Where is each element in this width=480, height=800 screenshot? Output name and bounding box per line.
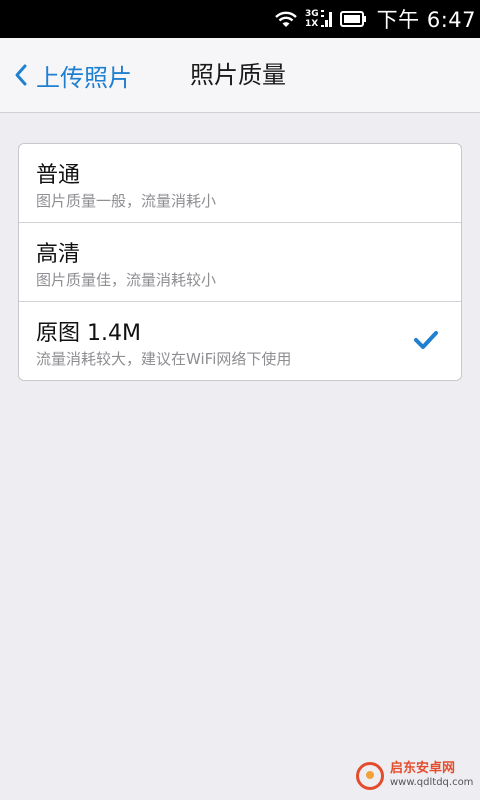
- network-type: 3G 1X: [305, 9, 319, 29]
- wifi-icon: [275, 11, 297, 27]
- option-original[interactable]: 原图 1.4M 流量消耗较大，建议在WiFi网络下使用: [19, 301, 461, 380]
- option-title: 原图 1.4M: [36, 321, 141, 346]
- signal-icon: [320, 10, 332, 27]
- navigation-bar: 上传照片 照片质量: [0, 38, 480, 113]
- back-button-label: 上传照片: [36, 63, 132, 92]
- watermark-logo-icon: [356, 762, 384, 790]
- watermark-url: www.qdltdq.com: [390, 777, 474, 788]
- page-title: 照片质量: [190, 61, 286, 89]
- option-title: 普通: [36, 163, 81, 188]
- back-button[interactable]: 上传照片: [14, 38, 132, 112]
- watermark-text: 启东安卓网 www.qdltdq.com: [390, 762, 473, 790]
- checkmark-icon: [414, 331, 438, 349]
- option-description: 图片质量佳，流量消耗较小: [36, 271, 217, 289]
- network-type-top: 3G: [305, 9, 319, 19]
- quality-options-list: 普通 图片质量一般，流量消耗小 高清 图片质量佳，流量消耗较小 原图 1.4M …: [18, 143, 462, 381]
- option-normal[interactable]: 普通 图片质量一般，流量消耗小: [19, 144, 461, 222]
- status-time: 下午 6:47: [376, 8, 476, 32]
- watermark-name: 启东安卓网: [390, 761, 456, 776]
- watermark: 启东安卓网 www.qdltdq.com: [352, 752, 480, 800]
- chevron-left-icon: [15, 64, 27, 86]
- option-hd[interactable]: 高清 图片质量佳，流量消耗较小: [19, 222, 461, 301]
- option-description: 图片质量一般，流量消耗小: [36, 192, 217, 210]
- network-type-bottom: 1X: [305, 19, 319, 29]
- option-description: 流量消耗较大，建议在WiFi网络下使用: [36, 350, 292, 368]
- option-title: 高清: [36, 242, 81, 267]
- status-bar: 3G 1X 下午 6:47: [0, 0, 480, 38]
- battery-icon: [339, 11, 366, 27]
- status-icons: 3G 1X 下午 6:47: [273, 0, 476, 38]
